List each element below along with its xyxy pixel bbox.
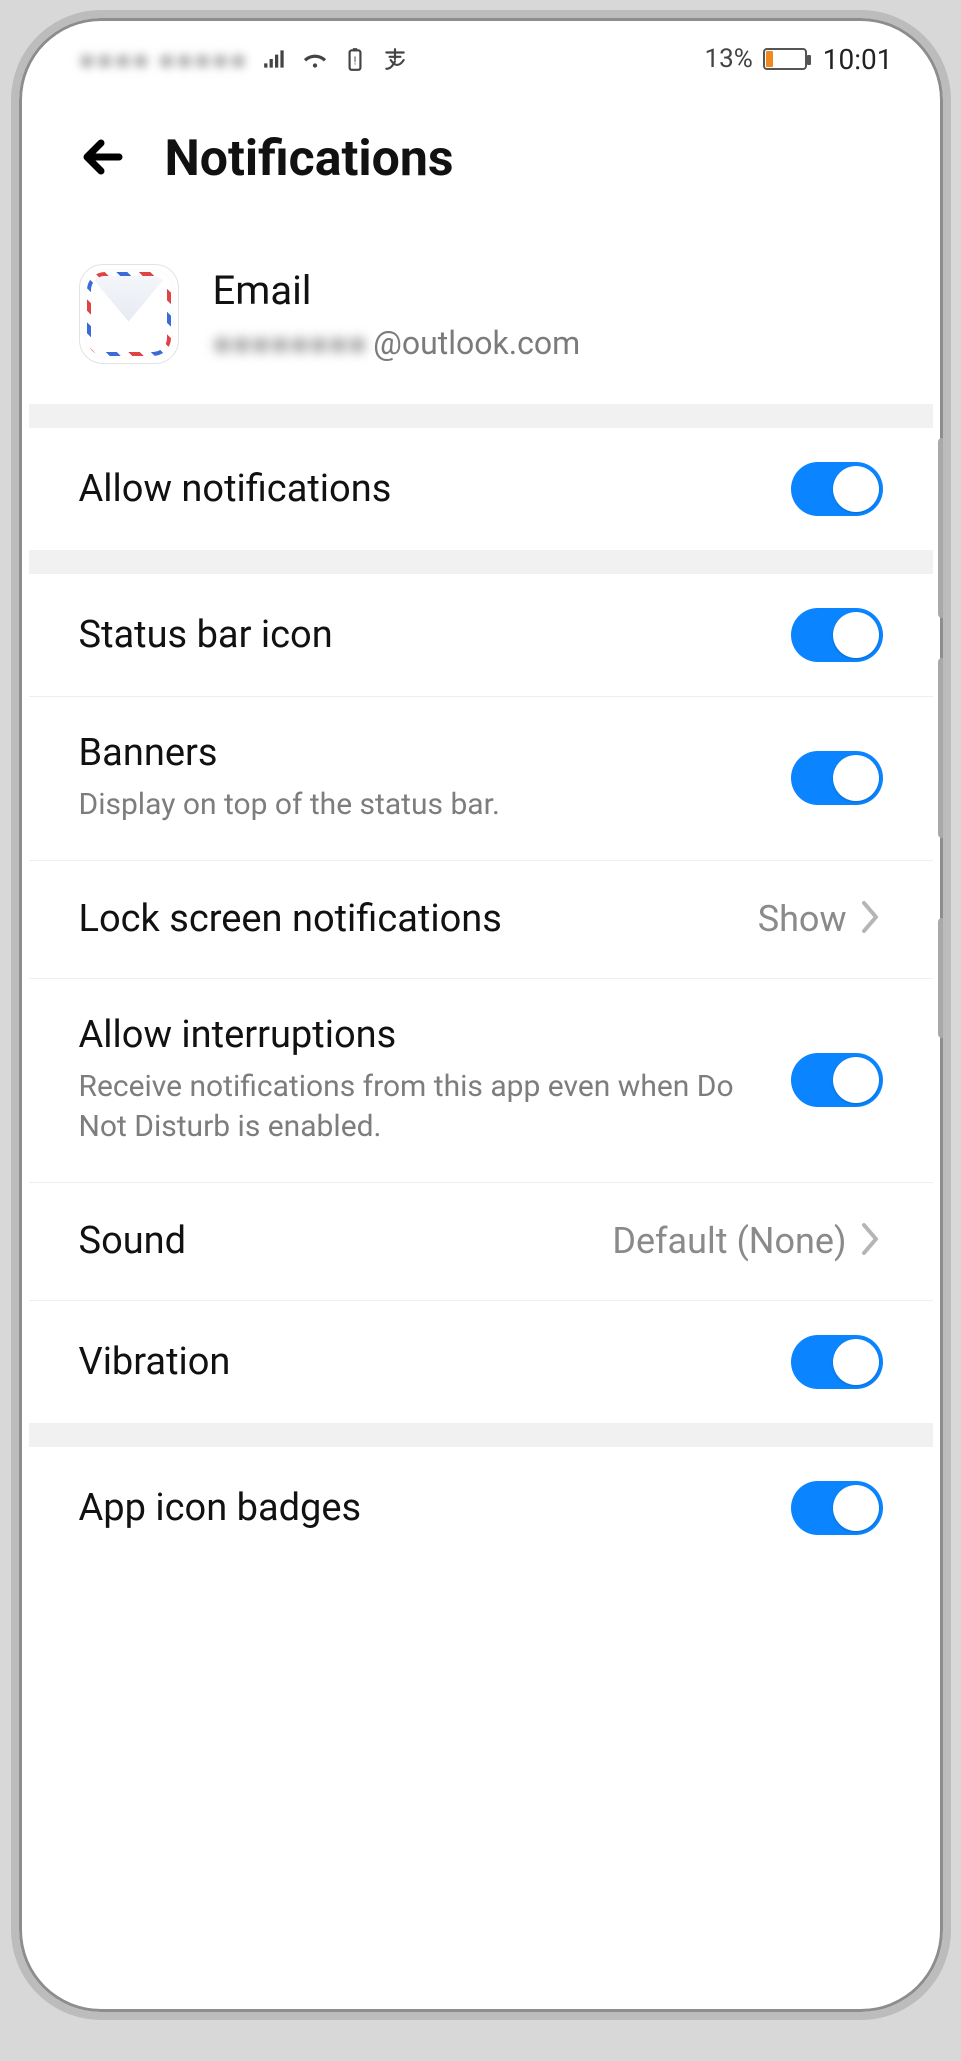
setting-label: Allow interruptions [79, 1013, 771, 1057]
battery-icon [763, 48, 807, 70]
settings-group: Status bar icon Banners Display on top of … [29, 574, 933, 1423]
setting-status_bar_icon[interactable]: Status bar icon [29, 574, 933, 697]
arrow-left-icon [79, 133, 127, 181]
app-info-row: Email ●●●●●●●● @outlook.com [29, 236, 933, 404]
setting-allow_interruptions[interactable]: Allow interruptions Receive notifications… [29, 979, 933, 1183]
page-header: Notifications [29, 90, 933, 236]
toggle-vibration[interactable] [791, 1335, 883, 1389]
app-account: ●●●●●●●● @outlook.com [213, 324, 581, 362]
toggle-allow_notifications[interactable] [791, 462, 883, 516]
svg-text:!: ! [353, 54, 356, 67]
setting-sound[interactable]: Sound Default (None) [29, 1183, 933, 1301]
setting-label: Banners [79, 731, 771, 775]
chevron-right-icon [857, 897, 883, 941]
email-app-icon [79, 264, 179, 364]
signal-icon [262, 46, 288, 72]
setting-label: App icon badges [79, 1486, 771, 1530]
wifi-icon [302, 46, 328, 72]
setting-banners[interactable]: Banners Display on top of the status bar. [29, 697, 933, 861]
setting-app_icon_badges[interactable]: App icon badges [29, 1447, 933, 1569]
alipay-icon [382, 46, 408, 72]
setting-value: Show [758, 898, 847, 940]
carrier-label: ●●●● ●●●●● [79, 43, 248, 76]
app-name: Email [213, 267, 581, 314]
section-gap [29, 1423, 933, 1447]
setting-label: Status bar icon [79, 613, 771, 657]
setting-allow_notifications[interactable]: Allow notifications [29, 428, 933, 550]
battery-saver-icon: ! [342, 46, 368, 72]
toggle-status_bar_icon[interactable] [791, 608, 883, 662]
status-bar: ●●●● ●●●●● ! 13% 10:01 [29, 28, 933, 90]
setting-vibration[interactable]: Vibration [29, 1301, 933, 1423]
clock: 10:01 [823, 43, 893, 76]
settings-group: App icon badges [29, 1447, 933, 1569]
setting-label: Allow notifications [79, 467, 771, 511]
setting-label: Sound [79, 1219, 593, 1263]
settings-group: Allow notifications [29, 428, 933, 550]
setting-label: Lock screen notifications [79, 897, 738, 941]
back-button[interactable] [79, 133, 127, 185]
page-title: Notifications [165, 130, 454, 188]
setting-description: Display on top of the status bar. [79, 785, 771, 826]
battery-percent: 13% [704, 44, 752, 74]
setting-value: Default (None) [612, 1220, 846, 1262]
toggle-app_icon_badges[interactable] [791, 1481, 883, 1535]
setting-description: Receive notifications from this app even… [79, 1067, 771, 1148]
toggle-banners[interactable] [791, 751, 883, 805]
chevron-right-icon [857, 1219, 883, 1263]
setting-label: Vibration [79, 1340, 771, 1384]
section-gap [29, 550, 933, 574]
setting-lock_screen[interactable]: Lock screen notifications Show [29, 861, 933, 979]
toggle-allow_interruptions[interactable] [791, 1053, 883, 1107]
section-gap [29, 404, 933, 428]
